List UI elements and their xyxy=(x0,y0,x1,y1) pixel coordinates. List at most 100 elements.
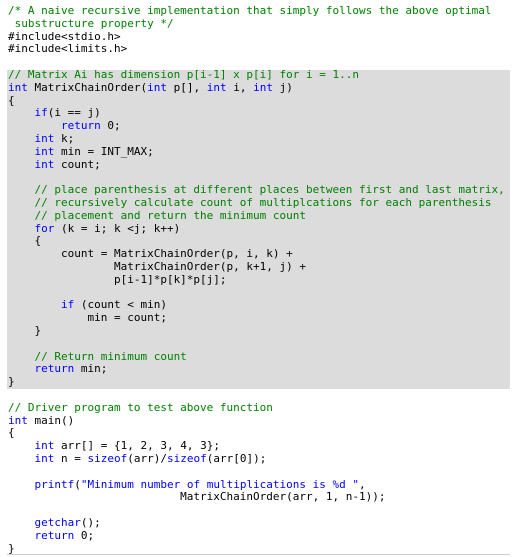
code-line: } xyxy=(0,324,517,338)
code-token: MatrixChainOrder( xyxy=(27,80,148,94)
code-token: (k = i; k <j; k++) xyxy=(54,221,181,235)
code-token: (); xyxy=(80,516,101,529)
code-comment: /* A naive recursive implementation that… xyxy=(8,4,492,17)
code-token: { xyxy=(8,93,15,107)
code-token: , xyxy=(359,477,366,491)
code-token: n = xyxy=(54,452,88,465)
code-token: } xyxy=(8,375,15,389)
bottom-divider xyxy=(7,554,510,555)
code-keyword: int xyxy=(206,80,227,94)
code-line: int MatrixChainOrder(int p[], int i, int… xyxy=(0,80,517,95)
code-line: return 0; xyxy=(0,119,517,133)
code-line: // Driver program to test above function xyxy=(0,400,517,415)
code-token: min = count; xyxy=(8,311,167,325)
code-token: min = INT_MAX; xyxy=(54,144,154,158)
code-comment: substructure property */ xyxy=(8,16,174,30)
code-token: i, xyxy=(226,80,254,94)
code-line: int main() xyxy=(0,413,517,428)
code-line-text: } xyxy=(8,375,15,389)
code-keyword: int xyxy=(34,439,55,453)
code-view: /* A naive recursive implementation that… xyxy=(0,0,517,557)
code-token: #include<limits.h> xyxy=(8,42,128,56)
code-token: ( xyxy=(74,477,81,491)
code-keyword: sizeof xyxy=(167,452,207,465)
code-comment: // Return minimum count xyxy=(8,349,187,363)
code-token: } xyxy=(8,324,42,337)
code-line-text: return 0; xyxy=(8,528,95,543)
code-keyword: int xyxy=(34,144,55,158)
code-token: { xyxy=(8,234,42,248)
code-token: #include<stdio.h> xyxy=(8,29,121,43)
code-keyword: int xyxy=(147,80,167,94)
code-keyword: if xyxy=(60,298,75,312)
code-keyword: for xyxy=(34,221,55,235)
code-line-text: int MatrixChainOrder(int p[], int i, int… xyxy=(8,80,293,95)
code-keyword: int xyxy=(8,413,28,427)
code-token: p[], xyxy=(166,80,207,94)
code-comment: // place parenthesis at different places… xyxy=(8,183,505,197)
code-token: MatrixChainOrder(arr, 1, n-1)); xyxy=(8,490,386,504)
code-keyword: "Minimum number of multiplications is %d… xyxy=(80,477,360,491)
code-keyword: return xyxy=(34,362,75,376)
code-token: MatrixChainOrder(p, k+1, j) + xyxy=(8,260,307,273)
code-comment: // Driver program to test above function xyxy=(8,400,273,414)
code-keyword: sizeof xyxy=(87,452,128,465)
code-token: (i == j) xyxy=(47,106,101,120)
code-line: min = count; xyxy=(0,311,517,325)
code-line: } xyxy=(0,375,517,389)
code-token: count; xyxy=(54,157,101,171)
code-keyword: if xyxy=(34,106,48,120)
code-keyword: int xyxy=(34,452,55,465)
code-keyword: int xyxy=(34,132,55,145)
code-keyword: int xyxy=(34,157,55,171)
code-comment: // Matrix Ai has dimension p[i-1] x p[i]… xyxy=(8,68,359,81)
code-line: int n = sizeof(arr)/sizeof(arr[0]); xyxy=(0,452,517,466)
code-line: MatrixChainOrder(arr, 1, n-1)); xyxy=(0,490,517,504)
code-keyword: int xyxy=(253,80,273,94)
code-token: j) xyxy=(272,80,293,94)
code-line-text: #include<limits.h> xyxy=(8,42,128,56)
code-line-text: return min; xyxy=(8,362,108,376)
code-token: 0; xyxy=(74,528,95,542)
code-keyword: return xyxy=(34,528,75,542)
code-token: k; xyxy=(54,132,75,145)
code-token: (arr)/ xyxy=(127,452,167,465)
code-keyword: getchar xyxy=(34,516,81,529)
code-token: main() xyxy=(27,413,75,427)
code-line-text: } xyxy=(8,324,42,338)
code-line-text: int n = sizeof(arr)/sizeof(arr[0]); xyxy=(8,452,267,466)
code-line-text: p[i-1]*p[k]*p[j]; xyxy=(8,272,227,287)
code-token: (arr[0]); xyxy=(206,452,267,465)
code-line: return 0; xyxy=(0,528,517,543)
code-comment: // recursively calculate count of multip… xyxy=(8,196,492,209)
code-line-text: MatrixChainOrder(arr, 1, n-1)); xyxy=(8,490,386,504)
code-token: } xyxy=(8,541,15,555)
code-line: p[i-1]*p[k]*p[j]; xyxy=(0,272,517,287)
code-token: 0; xyxy=(100,119,121,133)
code-line-text: int main() xyxy=(8,413,75,428)
code-token: min; xyxy=(74,362,108,376)
code-line: for (k = i; k <j; k++) xyxy=(0,221,517,236)
code-keyword: int xyxy=(8,80,28,94)
code-token: p[i-1]*p[k]*p[j]; xyxy=(8,272,227,286)
code-keyword: printf xyxy=(34,477,75,491)
code-keyword: return xyxy=(60,119,101,133)
code-comment: // placement and return the minimum coun… xyxy=(8,208,307,222)
code-token: { xyxy=(8,426,15,440)
code-line-text: int count; xyxy=(8,157,101,172)
code-line: int count; xyxy=(0,157,517,172)
code-line: return min; xyxy=(0,362,517,376)
code-token: arr[] = {1, 2, 3, 4, 3}; xyxy=(54,439,220,453)
code-token: count = MatrixChainOrder(p, i, k) + xyxy=(8,247,293,261)
